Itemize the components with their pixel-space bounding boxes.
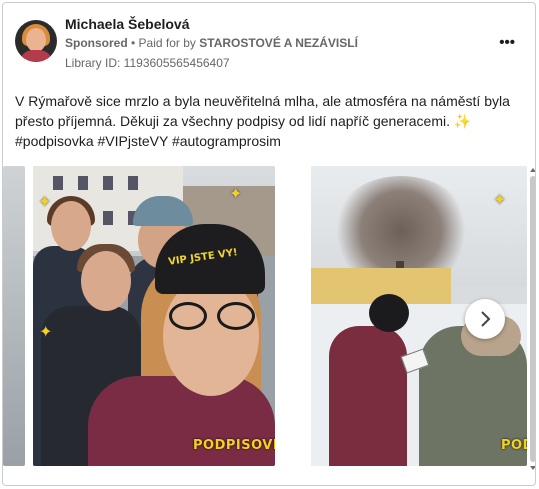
carousel-image-1[interactable]: VIP JSTE VY! ✦ ✦ ✦ PODPISOVKA <box>33 166 275 466</box>
scrollbar[interactable] <box>529 166 536 476</box>
carousel-image-previous[interactable] <box>3 166 25 466</box>
image-overlay-text: PODPI <box>501 438 527 453</box>
sparkle-icon: ✦ <box>229 186 243 203</box>
sparkle-icon: ✦ <box>493 192 507 209</box>
author-name[interactable]: Michaela Šebelová <box>65 16 190 32</box>
scroll-down-icon[interactable] <box>529 464 536 472</box>
image-overlay-text: PODPISOVKA <box>193 438 275 453</box>
hashtags[interactable]: #podpisovka #VIPjsteVY #autogramprosim <box>15 131 520 151</box>
post-text: V Rýmařově sice mrzlo a byla neuvěřiteln… <box>15 91 520 151</box>
scroll-thumb[interactable] <box>530 176 535 462</box>
library-id: Library ID: 1193605565456407 <box>65 56 230 70</box>
carousel-next-button[interactable] <box>465 299 505 339</box>
paid-for-by-label: • Paid for by <box>127 36 200 50</box>
sponsored-label: Sponsored <box>65 36 128 50</box>
post-text-line-2: přesto příjemná. Děkuji za všechny podpi… <box>15 113 450 129</box>
sparkle-icon: ✦ <box>38 194 52 211</box>
sparkle-icon: ✦ <box>39 324 53 341</box>
post-text-line-1: V Rýmařově sice mrzlo a byla neuvěřiteln… <box>15 93 510 109</box>
chevron-right-icon <box>481 311 491 327</box>
more-options-icon[interactable]: ••• <box>499 34 515 51</box>
scroll-up-icon[interactable] <box>529 166 536 174</box>
payer-name[interactable]: STAROSTOVÉ A NEZÁVISLÍ <box>199 36 358 50</box>
avatar[interactable] <box>15 20 57 62</box>
image-carousel[interactable]: VIP JSTE VY! ✦ ✦ ✦ PODPISOVKA ✦ PODPI <box>3 166 535 466</box>
ad-card: Michaela Šebelová Sponsored • Paid for b… <box>2 2 536 486</box>
sparkle-icon: ✨ <box>453 113 472 129</box>
sponsor-line: Sponsored • Paid for by STAROSTOVÉ A NEZ… <box>65 36 358 50</box>
